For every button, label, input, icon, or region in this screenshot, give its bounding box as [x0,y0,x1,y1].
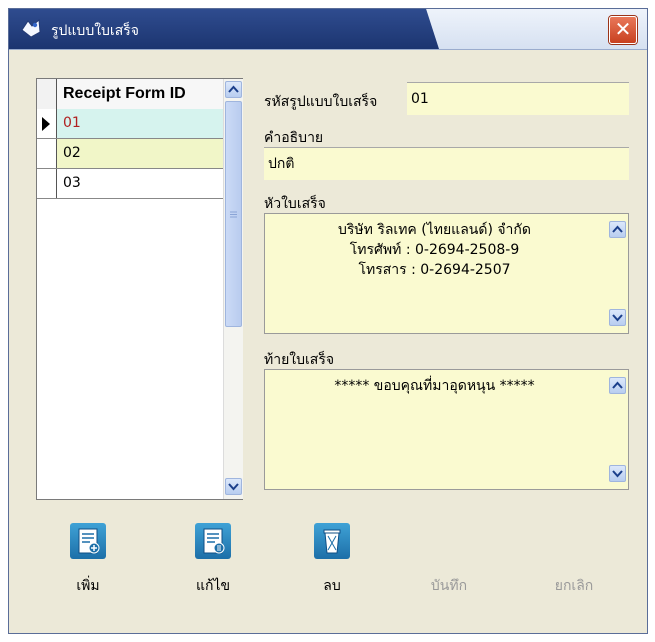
save-button[interactable]: บันทึก [409,523,489,613]
row-selector[interactable] [37,169,57,198]
current-row-pointer-icon [42,117,50,131]
scroll-up-button[interactable] [609,377,626,394]
app-icon [21,18,41,38]
table-row[interactable]: 03 [37,169,224,199]
receipt-footer-memo[interactable]: ***** ขอบคุณที่มาอุดหนุน ***** [264,369,629,490]
column-header-receipt-form-id[interactable]: Receipt Form ID [57,79,224,109]
close-icon[interactable]: ✕ [609,16,637,44]
row-selector[interactable] [37,109,57,138]
grid-header: Receipt Form ID [37,79,224,110]
cancel-button[interactable]: ยกเลิก [534,523,614,613]
header-label: หัวใบเสร็จ [264,196,326,212]
delete-button[interactable]: ลบ [292,523,372,613]
grid-scrollbar[interactable] [223,79,243,499]
grid-corner [37,79,57,109]
add-button[interactable]: เพิ่ม [48,523,128,613]
description-field[interactable]: ปกติ [264,147,629,180]
description-label: คำอธิบาย [264,130,324,146]
header-memo-scrollbar[interactable] [608,215,627,332]
edit-button[interactable]: แก้ไข [173,523,253,613]
table-cell-id[interactable]: 01 [57,109,224,138]
scroll-down-button[interactable] [609,309,626,326]
cancel-button-label: ยกเลิก [554,578,594,594]
trash-icon [314,523,350,559]
footer-memo-scrollbar[interactable] [608,371,627,488]
scroll-down-button[interactable] [225,478,242,495]
scroll-thumb[interactable] [225,101,242,327]
table-row[interactable]: 01 [37,109,224,139]
receipt-form-grid: Receipt Form ID 01 02 03 [36,78,243,500]
delete-button-label: ลบ [323,578,341,594]
footer-label: ท้ายใบเสร็จ [264,352,335,368]
scroll-up-button[interactable] [609,221,626,238]
edit-document-icon [195,523,231,559]
scroll-up-button[interactable] [225,81,242,98]
add-button-label: เพิ่ม [76,578,100,594]
receipt-code-label: รหัสรูปแบบใบเสร็จ [264,94,378,110]
add-document-icon [70,523,106,559]
edit-button-label: แก้ไข [195,578,231,594]
receipt-footer-text: ***** ขอบคุณที่มาอุดหนุน ***** [334,378,535,394]
title-bar: รูปแบบใบเสร็จ ✕ [9,9,647,50]
row-selector[interactable] [37,139,57,168]
receipt-header-memo[interactable]: บริษัท ริลเทค (ไทยแลนด์) จำกัด โทรศัพท์ … [264,213,629,334]
table-row[interactable]: 02 [37,139,224,169]
window-title: รูปแบบใบเสร็จ [51,23,139,39]
scroll-down-button[interactable] [609,465,626,482]
table-cell-id[interactable]: 03 [57,169,224,198]
table-cell-id[interactable]: 02 [57,139,224,168]
receipt-code-field[interactable]: 01 [407,82,629,115]
save-button-label: บันทึก [430,578,468,594]
receipt-format-window: รูปแบบใบเสร็จ ✕ Receipt Form ID 01 02 03 [8,8,648,634]
receipt-header-text: บริษัท ริลเทค (ไทยแลนด์) จำกัด โทรศัพท์ … [338,222,531,278]
